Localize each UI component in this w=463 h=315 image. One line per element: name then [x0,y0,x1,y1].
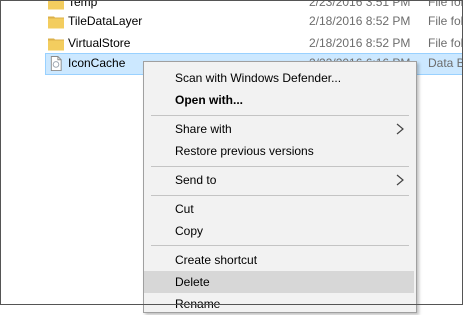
data-file-icon [50,56,62,71]
menu-item-label: Send to [175,173,217,187]
chevron-right-icon [396,174,404,186]
menu-item-restore-versions[interactable]: Restore previous versions [144,140,414,162]
menu-item-create-shortcut[interactable]: Create shortcut [144,249,414,271]
menu-item-label: Scan with Windows Defender... [175,71,342,85]
menu-item-copy[interactable]: Copy [144,220,414,242]
menu-item-label: Delete [175,275,210,289]
file-type: Data B [428,56,463,70]
chevron-right-icon [396,123,404,135]
file-row-tiledatalayer[interactable]: TileDataLayer 2/18/2016 8:52 PM File fol… [0,11,463,33]
file-name: VirtualStore [68,36,131,50]
file-date: 2/18/2016 8:52 PM [309,36,411,50]
file-row-virtualstore[interactable]: VirtualStore 2/18/2016 8:52 PM File fold [0,33,463,55]
file-type: File fold [428,0,463,9]
file-date: 2/18/2016 8:52 PM [309,14,411,28]
folder-icon [48,38,64,51]
menu-item-label: Cut [175,202,194,216]
file-date: 2/23/2016 3:51 PM [309,0,411,9]
menu-item-label: Rename [175,297,221,311]
menu-separator [151,245,409,246]
folder-icon [48,16,64,29]
menu-item-label: Share with [175,122,232,136]
menu-item-delete[interactable]: Delete [144,271,414,293]
menu-separator [151,115,409,116]
menu-item-label: Copy [175,224,204,238]
menu-item-share-with[interactable]: Share with [144,118,414,140]
menu-separator [151,166,409,167]
menu-item-open-with[interactable]: Open with... [144,89,414,111]
file-name: TileDataLayer [68,14,143,28]
menu-item-scan-defender[interactable]: Scan with Windows Defender... [144,67,414,89]
menu-item-send-to[interactable]: Send to [144,169,414,191]
file-name: IconCache [68,56,126,70]
menu-item-label: Create shortcut [175,253,258,267]
file-name: Temp [68,0,98,9]
file-type: File fold [428,36,463,50]
menu-item-label: Restore previous versions [175,144,314,158]
menu-item-cut[interactable]: Cut [144,198,414,220]
menu-item-rename[interactable]: Rename [144,293,414,315]
menu-item-label: Open with... [175,93,243,107]
folder-icon [48,0,64,10]
context-menu: Scan with Windows Defender... Open with.… [143,61,417,313]
file-type: File fold [428,14,463,28]
menu-separator [151,195,409,196]
